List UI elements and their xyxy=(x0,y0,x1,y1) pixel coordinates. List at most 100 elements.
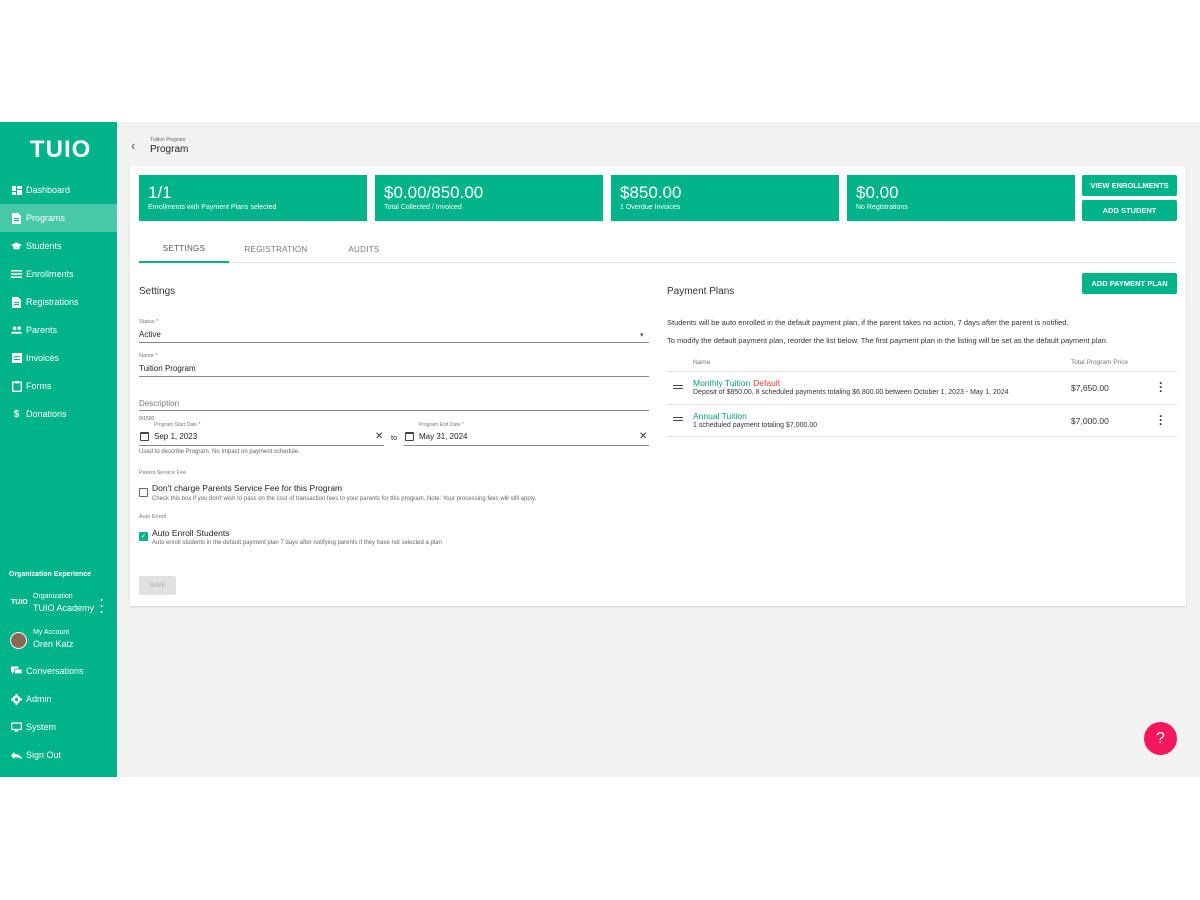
sidebar-item-label: Forms xyxy=(26,381,52,391)
program-card: 1/1 Enrollments with Payment Plans selec… xyxy=(130,166,1186,606)
end-date-field[interactable]: May 31, 2024 xyxy=(419,432,467,441)
sidebar-item-label: Enrollments xyxy=(26,269,74,279)
calendar-icon[interactable] xyxy=(405,432,414,441)
my-account[interactable]: My Account Oren Katz xyxy=(9,629,117,655)
start-date-field[interactable]: Sep 1, 2023 xyxy=(154,432,197,441)
stat-enrollments: 1/1 Enrollments with Payment Plans selec… xyxy=(139,175,367,221)
sidebar-item-dashboard[interactable]: Dashboard xyxy=(0,176,117,204)
drag-handle-icon[interactable] xyxy=(673,385,683,389)
calendar-icon[interactable] xyxy=(140,432,149,441)
plan-name[interactable]: Monthly Tuition Default xyxy=(693,378,780,388)
tab-registration[interactable]: REGISTRATION xyxy=(231,236,321,263)
tab-bar: SETTINGS REGISTRATION AUDITS xyxy=(139,236,1177,263)
status-select[interactable]: Active xyxy=(139,330,161,339)
tab-audits[interactable]: AUDITS xyxy=(319,236,409,263)
avatar xyxy=(10,632,27,649)
sidebar-item-conversations[interactable]: Conversations xyxy=(0,657,117,685)
view-enrollments-button[interactable]: VIEW ENROLLMENTS xyxy=(1082,175,1177,196)
description-counter: 0/1500 xyxy=(139,416,155,422)
stat-value: $850.00 xyxy=(620,183,682,202)
sidebar-item-label: Sign Out xyxy=(26,750,62,760)
sidebar-item-sign-out[interactable]: Sign Out xyxy=(0,741,117,769)
auto-enroll-hint: Auto enroll students in the default paym… xyxy=(152,540,442,546)
sign-out-icon xyxy=(11,750,22,761)
document-icon xyxy=(11,212,22,224)
more-vert-icon[interactable]: · · · xyxy=(1159,377,1163,397)
description-field[interactable]: Description xyxy=(139,399,179,408)
dropdown-arrow-icon[interactable]: ▾ xyxy=(640,331,644,339)
tab-settings[interactable]: SETTINGS xyxy=(139,236,229,263)
gear-icon xyxy=(11,693,22,705)
sidebar-item-label: Invoices xyxy=(26,353,60,363)
org-caption: Organization xyxy=(33,593,73,600)
help-button[interactable]: ? xyxy=(1144,722,1177,755)
clear-start-date-icon[interactable]: ✕ xyxy=(375,431,383,442)
stat-collected: $0.00/850.00 Total Collected / Invoiced xyxy=(375,175,603,221)
account-name: Oren Katz xyxy=(33,639,74,649)
monitor-icon xyxy=(11,722,22,733)
start-date-underline xyxy=(139,445,384,446)
service-fee-checkbox[interactable] xyxy=(139,488,148,497)
plan-price: $7,000.00 xyxy=(1071,416,1109,426)
stat-overdue: $850.00 1 Overdue Invoices xyxy=(611,175,839,221)
tuio-logo[interactable]: TUIO xyxy=(30,136,91,164)
app-shell: TUIO Dashboard Programs Students Enrollm… xyxy=(0,122,1200,777)
stat-label: 1 Overdue Invoices xyxy=(620,204,681,211)
list-icon xyxy=(11,269,22,280)
plan-name-text: Monthly Tuition xyxy=(693,378,751,388)
payment-plans-heading: Payment Plans xyxy=(667,286,735,297)
sidebar-item-label: Programs xyxy=(26,213,66,223)
plan-description: Deposit of $850.00, 8 scheduled payments… xyxy=(693,389,1009,396)
sidebar-item-label: Conversations xyxy=(26,666,84,676)
sidebar-item-registrations[interactable]: Registrations xyxy=(0,288,117,316)
account-caption: My Account xyxy=(33,629,70,636)
stat-registrations: $0.00 No Registrations xyxy=(847,175,1075,221)
payment-plans-info: To modify the default payment plan, reor… xyxy=(667,336,1108,345)
more-vert-icon[interactable]: · · · xyxy=(1159,410,1163,430)
clipboard-icon xyxy=(11,380,22,392)
drag-handle-icon[interactable] xyxy=(673,417,683,421)
dollar-icon: $ xyxy=(13,408,20,420)
sidebar-item-students[interactable]: Students xyxy=(0,232,117,260)
default-badge: Default xyxy=(753,378,781,388)
dashboard-icon xyxy=(11,185,22,196)
plan-name[interactable]: Annual Tuition xyxy=(693,411,747,421)
add-student-button[interactable]: ADD STUDENT xyxy=(1082,200,1177,221)
stat-value: 1/1 xyxy=(148,183,172,202)
status-label: Status * xyxy=(139,319,159,325)
document-icon xyxy=(11,296,22,308)
stat-label: Total Collected / Invoiced xyxy=(384,204,462,211)
back-arrow-icon[interactable]: ‹ xyxy=(131,138,135,153)
sidebar-item-admin[interactable]: Admin xyxy=(0,685,117,713)
auto-enroll-section: Auto Enroll xyxy=(139,514,166,520)
sidebar-item-label: Admin xyxy=(26,694,52,704)
clear-end-date-icon[interactable]: ✕ xyxy=(639,431,647,442)
auto-enroll-checkbox[interactable]: ✓ xyxy=(139,532,148,541)
table-divider xyxy=(667,436,1177,437)
name-field[interactable]: Tuition Program xyxy=(139,364,196,373)
save-button[interactable]: SAVE xyxy=(139,576,176,595)
more-vert-icon[interactable]: · · · xyxy=(100,594,104,618)
sidebar-item-donations[interactable]: $ Donations xyxy=(0,400,117,428)
plan-price: $7,650.00 xyxy=(1071,383,1109,393)
sidebar-item-parents[interactable]: Parents xyxy=(0,316,117,344)
start-date-label: Program Start Date * xyxy=(154,422,201,428)
stat-label: Enrollments with Payment Plans selected xyxy=(148,204,277,211)
sidebar-item-label: Registrations xyxy=(26,297,79,307)
org-logo: TUIO xyxy=(11,599,28,606)
auto-enroll-title: Auto Enroll Students xyxy=(152,528,230,538)
column-header-price: Total Program Price xyxy=(1071,359,1129,366)
stat-value: $0.00/850.00 xyxy=(384,183,484,202)
chat-icon xyxy=(11,666,22,677)
sidebar-item-enrollments[interactable]: Enrollments xyxy=(0,260,117,288)
sidebar-item-forms[interactable]: Forms xyxy=(0,372,117,400)
add-payment-plan-button[interactable]: ADD PAYMENT PLAN xyxy=(1082,273,1177,294)
breadcrumb[interactable]: Tuition Program xyxy=(150,137,185,143)
stat-label: No Registrations xyxy=(856,204,908,211)
column-header-name: Name xyxy=(693,359,711,366)
organization-switcher[interactable]: TUIO Organization TUIO Academy · · · xyxy=(9,593,117,619)
date-hint: Used to describe Program. No Impact on p… xyxy=(139,449,300,455)
sidebar-item-programs[interactable]: Programs xyxy=(0,204,117,232)
sidebar-item-invoices[interactable]: Invoices xyxy=(0,344,117,372)
sidebar-item-system[interactable]: System xyxy=(0,713,117,741)
